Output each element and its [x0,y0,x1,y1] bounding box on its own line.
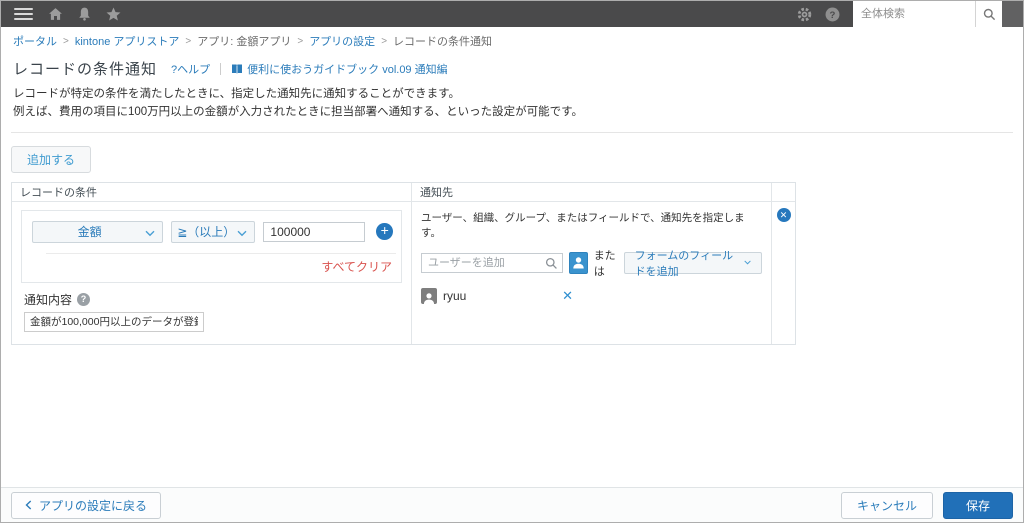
or-label: または [593,249,616,278]
breadcrumb-separator: > [63,35,69,47]
breadcrumb-separator: > [297,35,304,47]
notification-content-label: 通知内容 [24,292,73,307]
book-icon [232,64,243,74]
breadcrumb-app-settings[interactable]: アプリの設定 [309,33,375,49]
breadcrumb-portal[interactable]: ポータル [13,33,57,49]
notification-settings-table: レコードの条件 通知先 金額 ≧（以上） + [11,181,796,345]
description-line-1: レコードが特定の条件を満たしたときに、指定した通知先に通知することができます。 [13,88,461,100]
page-title: レコードの条件通知 [13,61,158,78]
notification-content-input[interactable] [24,311,204,332]
topbar: ? [1,1,1023,27]
settings-gear-icon[interactable] [797,7,812,22]
add-user-input[interactable] [421,252,563,273]
search-icon [545,257,557,269]
page-description: レコードが特定の条件を満たしたときに、指定した通知先に通知することができます。 … [1,79,1023,122]
notification-content-label-row: 通知内容 ? [24,291,411,308]
kintone-settings-window: ? ポータル > kintone アプリストア > アプリ: 金額アプリ > ア… [0,0,1024,523]
add-form-field-button[interactable]: フォームのフィールドを追加 [623,250,762,278]
condition-field-value: 金額 [77,225,102,240]
notifications-bell-icon[interactable] [78,7,91,21]
page-header: レコードの条件通知 ?ヘルプ 便利に使おうガイドブック vol.09 通知編 [1,52,1023,79]
condition-cell: 金額 ≧（以上） + すべてクリア 通知内容 ? [12,201,412,344]
global-search-input[interactable] [853,1,975,27]
back-button-label: アプリの設定に戻る [39,498,148,513]
breadcrumb-separator: > [381,35,388,47]
condition-field-select[interactable]: 金額 [32,220,164,243]
svg-text:?: ? [830,9,836,20]
user-avatar [421,287,437,304]
breadcrumb-current-page: レコードの条件通知 [393,36,493,48]
add-condition-button[interactable]: 追加する [11,145,92,173]
condition-operator-select[interactable]: ≧（以上） [171,220,256,243]
remove-user-icon[interactable]: ✕ [562,289,573,302]
chevron-down-icon [237,230,247,236]
content-help-icon: ? [77,292,91,306]
hamburger-menu-icon[interactable] [14,8,33,20]
chevron-left-icon [25,500,32,510]
column-header-destination: 通知先 [412,182,772,202]
person-icon [423,292,435,304]
global-search-button[interactable] [975,1,1002,27]
condition-controls: 金額 ≧（以上） + [22,211,401,243]
add-form-field-label: フォームのフィールドを追加 [634,249,734,278]
clear-all-link[interactable]: すべてクリア [22,254,401,282]
chevron-down-icon [744,260,751,265]
row-actions-cell: ✕ [772,202,795,344]
save-button[interactable]: 保存 [942,491,1013,519]
person-icon [573,256,584,269]
guidebook-link-label: 便利に使おうガイドブック vol.09 通知編 [247,63,448,76]
breadcrumb-app-store[interactable]: kintone アプリストア [75,33,180,49]
search-icon [983,8,995,20]
column-header-condition: レコードの条件 [12,182,412,202]
remove-notification-row-icon[interactable]: ✕ [776,207,791,222]
destination-user-row: ryuu ✕ [421,287,573,304]
breadcrumb-app-name: アプリ: 金額アプリ [197,36,292,48]
condition-operator-value: ≧（以上） [177,225,236,240]
chevron-down-icon [145,230,155,236]
topbar-left [1,7,121,21]
guidebook-link[interactable]: 便利に使おうガイドブック vol.09 通知編 [231,61,448,77]
destination-controls: または フォームのフィールドを追加 [421,247,762,279]
page-help-link[interactable]: ?ヘルプ [171,61,210,77]
footer-actions: キャンセル 保存 [840,491,1013,519]
cancel-button[interactable]: キャンセル [840,491,933,519]
user-name: ryuu [443,288,467,303]
topbar-right: ? [797,1,1023,27]
destination-cell: ユーザー、組織、グループ、またはフィールドで、通知先を指定します。 または フォ… [412,201,772,344]
breadcrumb-separator: > [185,35,192,47]
breadcrumb: ポータル > kintone アプリストア > アプリ: 金額アプリ > アプリ… [1,27,1023,52]
home-icon[interactable] [48,7,63,21]
destination-instruction: ユーザー、組織、グループ、またはフィールドで、通知先を指定します。 [421,211,745,239]
add-condition-row-icon[interactable]: + [376,223,393,241]
condition-value-input[interactable] [263,221,366,242]
favorites-star-icon[interactable] [106,7,121,21]
footer-bar: アプリの設定に戻る キャンセル 保存 [1,487,1023,522]
column-header-actions [772,183,795,202]
condition-box: 金額 ≧（以上） + すべてクリア [21,209,402,283]
section-divider [11,131,1013,133]
select-user-button[interactable] [569,251,588,274]
topbar-edge-segment [1002,1,1023,27]
header-divider [220,62,222,75]
back-to-settings-button[interactable]: アプリの設定に戻る [11,491,162,519]
user-search-wrap [421,252,563,273]
help-icon[interactable]: ? [825,7,840,22]
description-line-2: 例えば、費用の項目に100万円以上の金額が入力されたときに担当部署へ通知する、と… [13,105,584,118]
